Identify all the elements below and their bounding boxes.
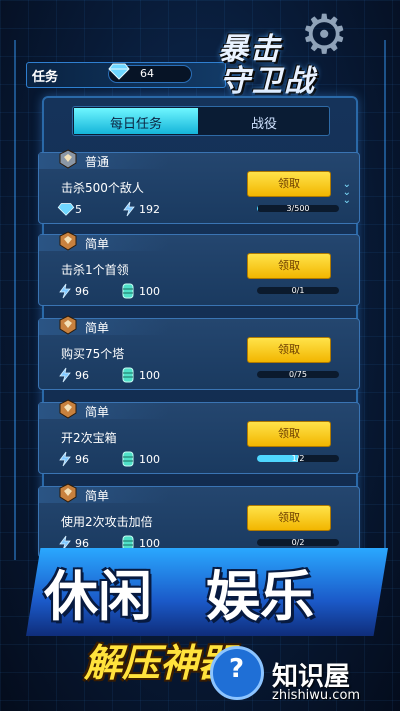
task-title: 购买75个塔 [61, 347, 125, 361]
tab-daily-tasks-label[interactable]: 每日任务 [74, 113, 198, 132]
rank-label: 简单 [85, 321, 110, 335]
task-card: 普通 击杀500个敌人 领取 5 192 3/500 ⌄ ⌄ ⌄ [38, 149, 360, 224]
lightning-icon [57, 367, 73, 387]
gear-icon: ⚙ [300, 3, 349, 66]
gem-icon [108, 63, 130, 80]
rank-badge-icon [59, 399, 77, 419]
task-title: 击杀1个首领 [61, 263, 129, 277]
barrel-icon [121, 451, 135, 471]
task-card: 简单 开2次宝箱 领取 96 100 1/2 [38, 399, 360, 474]
lightning-icon [121, 201, 137, 221]
rank-label: 普通 [85, 155, 110, 169]
claim-button[interactable]: 领取 [247, 253, 331, 279]
promo-text-fun: 娱乐 [206, 565, 314, 628]
reward-value: 192 [139, 203, 160, 216]
reward-value: 100 [139, 285, 160, 298]
rank-label: 简单 [85, 405, 110, 419]
rank-label: 简单 [85, 237, 110, 251]
page-title: 任务 [32, 70, 59, 85]
progress-text: 3/500 [286, 204, 310, 213]
lightning-icon [57, 451, 73, 471]
progress-text: 0/75 [289, 370, 307, 379]
watermark-url: zhishiwu.com [272, 688, 361, 703]
logo-line-2: 守卫战 [220, 64, 316, 99]
progress-text: 0/2 [291, 538, 305, 547]
task-card: 简单 击杀1个首领 领取 96 100 0/1 [38, 231, 360, 306]
tab-campaign[interactable]: 战役 [200, 113, 328, 132]
barrel-icon [121, 367, 135, 387]
frame-line-right [384, 40, 386, 560]
gem-icon [57, 201, 75, 220]
claim-button[interactable]: 领取 [247, 171, 331, 197]
task-title: 使用2次攻击加倍 [61, 515, 153, 529]
gem-count: 64 [140, 67, 154, 80]
reward-value: 96 [75, 453, 89, 466]
progress-text: 0/1 [291, 286, 305, 295]
task-title: 击杀500个敌人 [61, 181, 144, 195]
lightning-icon [57, 283, 73, 303]
rank-badge-icon [59, 315, 77, 335]
rank-label: 简单 [85, 489, 110, 503]
rank-badge-icon [59, 483, 77, 503]
task-title: 开2次宝箱 [61, 431, 117, 445]
rank-badge-icon [59, 231, 77, 251]
task-card: 简单 购买75个塔 领取 96 100 0/75 [38, 315, 360, 390]
reward-value: 100 [139, 453, 160, 466]
reward-value: 96 [75, 285, 89, 298]
task-card: 简单 使用2次攻击加倍 领取 96 100 0/2 [38, 483, 360, 558]
reward-value: 5 [75, 203, 82, 216]
reward-value: 100 [139, 369, 160, 382]
frame-line-left [14, 40, 16, 560]
claim-button[interactable]: 领取 [247, 421, 331, 447]
promo-text-casual: 休闲 [44, 565, 152, 628]
scroll-chevron-icon: ⌄ ⌄ ⌄ [342, 179, 351, 206]
question-icon: ? [229, 654, 245, 684]
barrel-icon [121, 283, 135, 303]
progress-text: 1/2 [291, 454, 305, 463]
reward-value: 96 [75, 369, 89, 382]
rank-badge-icon [59, 149, 77, 169]
claim-button[interactable]: 领取 [247, 505, 331, 531]
claim-button[interactable]: 领取 [247, 337, 331, 363]
